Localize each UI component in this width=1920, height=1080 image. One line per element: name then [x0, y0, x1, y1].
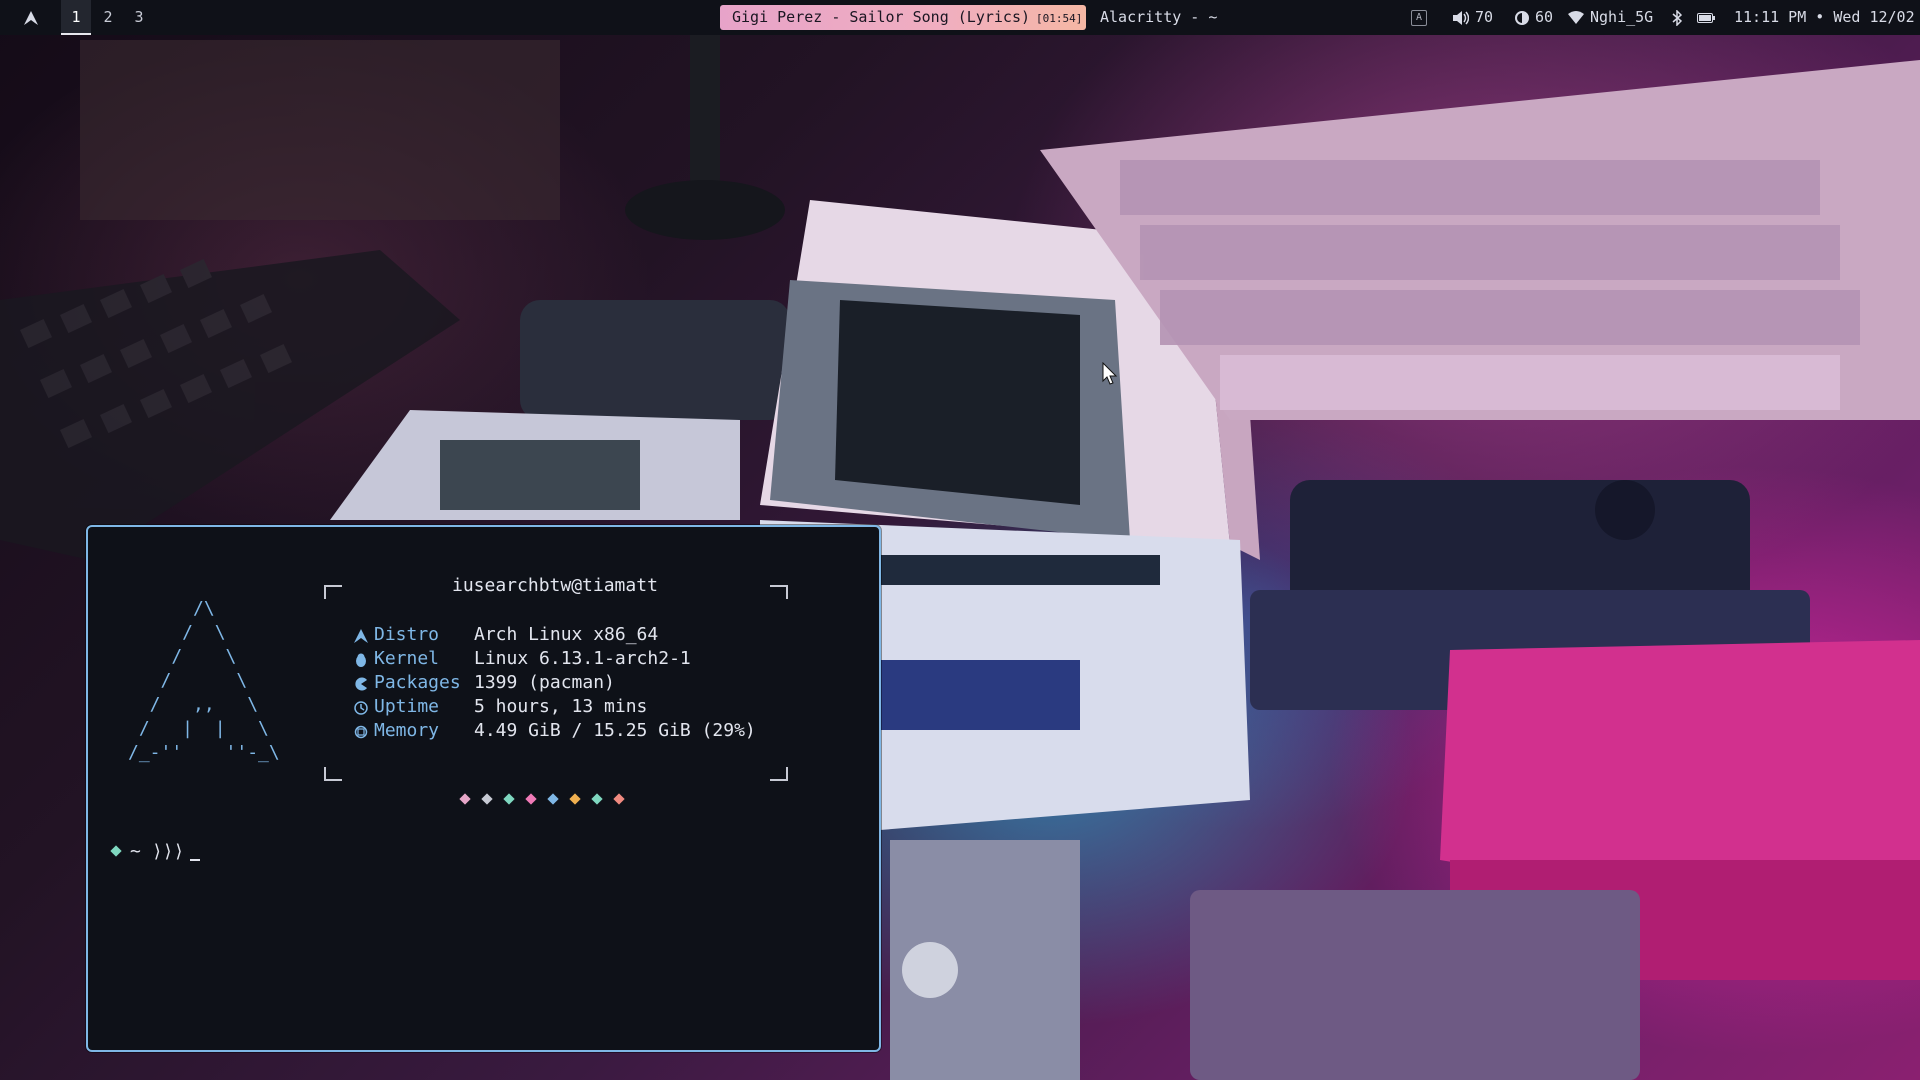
- media-time: [01:54]: [1036, 12, 1083, 25]
- wifi-ssid: Nghi_5G: [1590, 8, 1654, 26]
- color-swatch: [547, 793, 559, 805]
- color-swatch: [525, 793, 537, 805]
- memory-icon: [354, 725, 368, 739]
- color-swatch: [569, 793, 581, 805]
- frame-corner-top-right: [770, 585, 788, 599]
- keyboard-layout-icon[interactable]: A: [1411, 10, 1427, 26]
- speaker-icon: [1453, 10, 1469, 25]
- color-swatch: [481, 793, 493, 805]
- active-window-title: Alacritty - ~: [1100, 8, 1218, 26]
- terminal-window[interactable]: /\ / \ / \ / \ / ,, \ / | | \ /_-'' ''-_…: [86, 525, 881, 1052]
- prompt-path: ~: [130, 841, 141, 862]
- arch-logo-icon: [354, 629, 368, 643]
- ascii-logo: /\ / \ / \ / \ / ,, \ / | | \ /_-'' ''-_…: [128, 598, 280, 763]
- volume-value: 70: [1475, 8, 1494, 26]
- workspace-1[interactable]: 1: [61, 0, 91, 35]
- user-host: iusearchbtw@tiamatt: [452, 575, 658, 596]
- prompt-diamond-icon: [110, 845, 122, 857]
- info-value: 1399 (pacman): [474, 672, 615, 693]
- clock[interactable]: 11:11 PM • Wed 12/02: [1734, 0, 1915, 35]
- info-value: Linux 6.13.1-arch2-1: [474, 648, 691, 669]
- info-value: 5 hours, 13 mins: [474, 696, 648, 717]
- frame-corner-top-left: [324, 585, 342, 599]
- info-label: Kernel: [374, 648, 440, 669]
- info-label: Distro: [374, 624, 440, 645]
- color-swatch: [459, 793, 471, 805]
- color-swatch: [613, 793, 625, 805]
- volume-widget[interactable]: 70: [1453, 0, 1493, 35]
- media-player-widget[interactable]: Gigi Perez - Sailor Song (Lyrics) [01:54]: [720, 5, 1086, 30]
- info-value: 4.49 GiB / 15.25 GiB (29%): [474, 720, 756, 741]
- frame-corner-bottom-right: [770, 767, 788, 781]
- brightness-icon: [1515, 10, 1529, 25]
- arch-logo-icon[interactable]: [20, 0, 42, 35]
- wifi-widget[interactable]: Nghi_5G: [1568, 0, 1653, 35]
- pacman-icon: [355, 677, 367, 691]
- brightness-value: 60: [1535, 8, 1554, 26]
- battery-icon[interactable]: [1697, 0, 1715, 35]
- info-value: Arch Linux x86_64: [474, 624, 659, 645]
- wifi-icon: [1568, 11, 1584, 24]
- info-label: Uptime: [374, 696, 440, 717]
- bluetooth-icon[interactable]: [1672, 0, 1683, 35]
- info-label: Packages: [374, 672, 461, 693]
- shell-prompt[interactable]: ~ ⟩⟩⟩: [110, 840, 201, 864]
- color-swatch: [591, 793, 603, 805]
- brightness-widget[interactable]: 60: [1515, 0, 1553, 35]
- color-swatch: [503, 793, 515, 805]
- frame-corner-bottom-left: [324, 767, 342, 781]
- top-bar: 1 2 3 Gigi Perez - Sailor Song (Lyrics) […: [0, 0, 1920, 35]
- media-title: Gigi Perez - Sailor Song (Lyrics): [732, 8, 1031, 26]
- prompt-arrows: ⟩⟩⟩: [151, 841, 185, 862]
- clock-icon: [354, 701, 368, 715]
- tux-icon: [356, 653, 366, 667]
- text-cursor: [190, 843, 201, 861]
- desktop[interactable]: 1 2 3 Gigi Perez - Sailor Song (Lyrics) […: [0, 0, 1920, 1080]
- workspace-2[interactable]: 2: [93, 0, 123, 35]
- mouse-pointer-icon: [1102, 362, 1118, 385]
- workspace-3[interactable]: 3: [124, 0, 154, 35]
- info-label: Memory: [374, 720, 440, 741]
